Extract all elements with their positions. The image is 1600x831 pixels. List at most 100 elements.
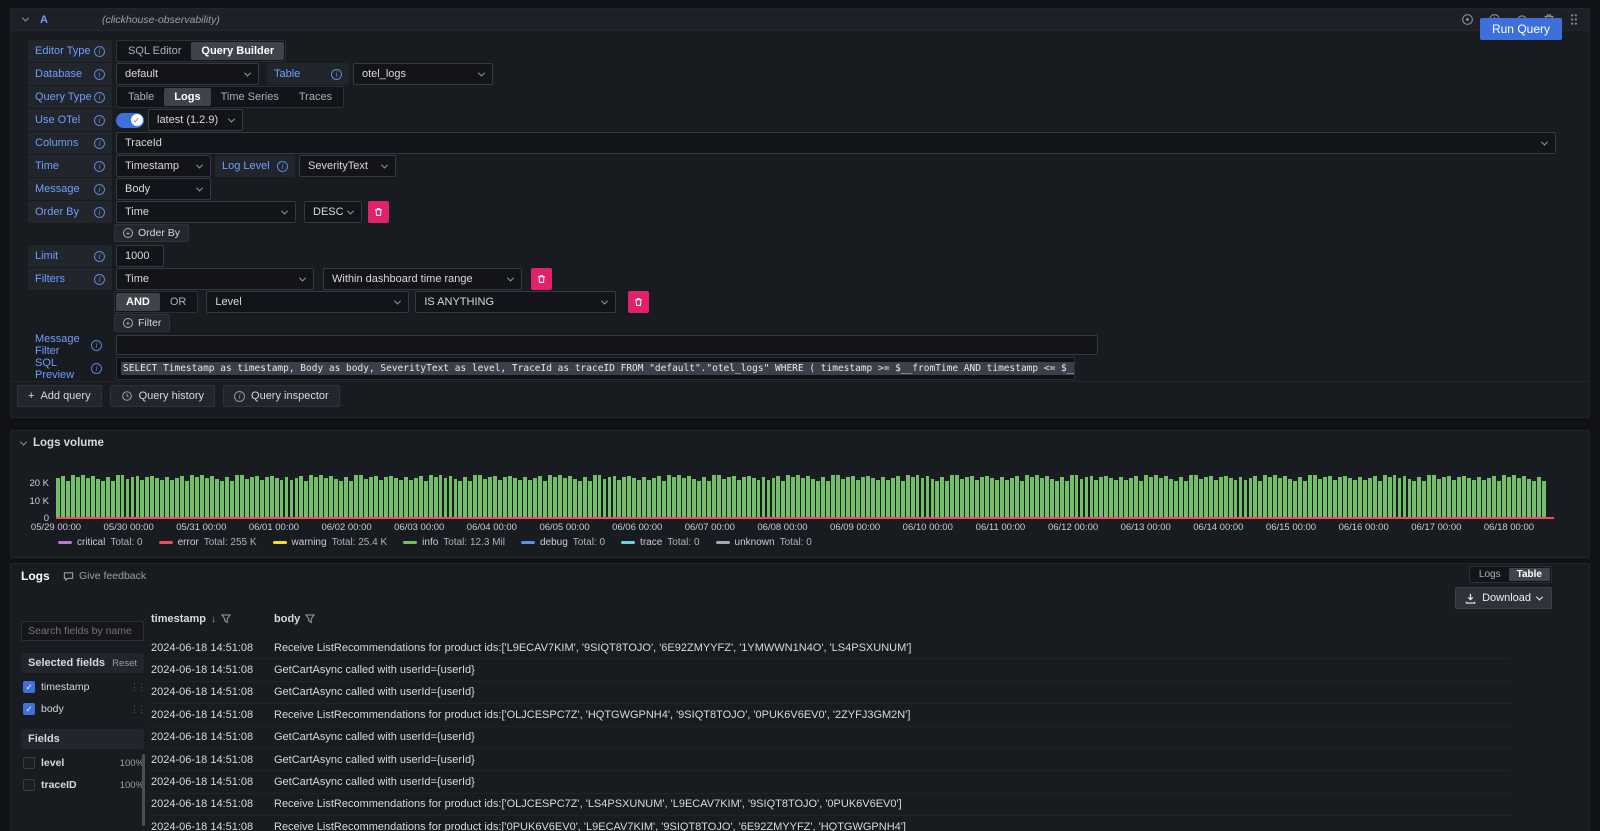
checkbox-checked[interactable]: ✓ [23,703,35,715]
tab-and[interactable]: AND [116,293,160,311]
info-icon[interactable] [277,161,288,172]
volume-bar [364,479,368,519]
legend-item-warning[interactable]: warningTotal: 25.4 K [273,537,388,548]
query-inspector-button[interactable]: Query inspector [223,385,340,407]
add-filter-button[interactable]: Filter [114,314,170,332]
legend-item-critical[interactable]: criticalTotal: 0 [58,537,143,548]
legend-item-trace[interactable]: traceTotal: 0 [621,537,699,548]
order-by-direction-select[interactable]: DESC [304,201,362,223]
info-icon[interactable] [94,207,105,218]
info-icon[interactable] [94,115,105,126]
tab-table[interactable]: Table [1509,568,1550,581]
tab-table[interactable]: Table [118,88,164,106]
timestamp-column-header[interactable]: timestamp [151,613,206,625]
legend-item-unknown[interactable]: unknownTotal: 0 [716,537,812,548]
log-row[interactable]: 2024-06-18 14:51:08GetCartAsync called w… [151,727,1511,749]
volume-bar [270,476,274,519]
add-query-button[interactable]: +Add query [17,385,102,407]
drag-handle-icon[interactable]: ⋮⋮ [130,682,144,693]
log-row[interactable]: 2024-06-18 14:51:08GetCartAsync called w… [151,682,1511,704]
sub-filter-field-select[interactable]: Level [206,291,409,313]
volume-bar [821,477,825,519]
time-column-select[interactable]: Timestamp [116,155,211,177]
message-column-select[interactable]: Body [116,178,211,200]
sub-filter-operator-select[interactable]: IS ANYTHING [415,291,616,313]
tab-logs[interactable]: Logs [164,88,210,106]
volume-bar [682,478,686,519]
log-row[interactable]: 2024-06-18 14:51:08Receive ListRecommend… [151,704,1511,726]
info-icon[interactable] [94,138,105,149]
remove-order-by-button[interactable] [368,201,389,223]
log-row[interactable]: 2024-06-18 14:51:08GetCartAsync called w… [151,749,1511,771]
fields-search-input[interactable] [21,621,144,641]
info-icon[interactable] [94,274,105,285]
log-row[interactable]: 2024-06-18 14:51:08Receive ListRecommend… [151,816,1511,831]
tab-logs[interactable]: Logs [1471,568,1509,581]
drag-handle-icon[interactable] [1569,13,1579,26]
remove-filter-button[interactable] [531,268,552,290]
log-row[interactable]: 2024-06-18 14:51:08Receive ListRecommend… [151,794,1511,816]
table-select[interactable]: otel_logs [353,63,493,85]
give-feedback-link[interactable]: Give feedback [63,570,146,582]
volume-bar [613,476,617,519]
sidebar-scrollbar[interactable] [142,754,145,826]
legend-item-info[interactable]: infoTotal: 12.3 Mil [403,537,505,548]
run-query-button[interactable]: Run Query [1480,18,1562,40]
body-column-header[interactable]: body [274,613,300,625]
info-icon[interactable] [331,69,342,80]
log-row[interactable]: 2024-06-18 14:51:08GetCartAsync called w… [151,659,1511,681]
order-by-field-select[interactable]: Time [116,201,296,223]
log-level-select[interactable]: SeverityText [299,155,396,177]
checkbox-unchecked[interactable] [23,757,35,769]
filter-field-select[interactable]: Time [116,268,314,290]
filter-funnel-icon[interactable] [305,614,315,624]
sort-desc-icon[interactable]: ↓ [211,614,216,625]
volume-bar [488,477,492,519]
volume-bar [1174,481,1178,519]
info-icon[interactable] [94,46,105,57]
logs-volume-header[interactable]: Logs volume [11,431,1589,449]
filter-condition-select[interactable]: Within dashboard time range [323,268,522,290]
query-history-button[interactable]: Query history [110,385,215,407]
legend-item-debug[interactable]: debugTotal: 0 [521,537,605,548]
volume-bar [1532,481,1536,519]
download-button[interactable]: Download [1455,587,1552,609]
info-icon[interactable] [94,69,105,80]
tab-sql-editor[interactable]: SQL Editor [118,42,191,60]
log-row[interactable]: 2024-06-18 14:51:08GetCartAsync called w… [151,771,1511,793]
info-icon[interactable] [91,363,102,374]
remove-sub-filter-button[interactable] [628,291,649,313]
drag-handle-icon[interactable]: ⋮⋮ [130,704,144,715]
copy-icon[interactable] [1461,13,1474,26]
reset-fields-button[interactable]: Reset [112,658,137,669]
use-otel-toggle[interactable]: ✓ [116,113,144,128]
collapse-chevron-icon[interactable] [22,15,29,22]
otel-version-select[interactable]: latest (1.2.9) [148,109,243,131]
volume-bar [71,475,75,519]
info-icon[interactable] [94,251,105,262]
info-icon[interactable] [94,161,105,172]
info-icon[interactable] [94,92,105,103]
add-order-by-button[interactable]: Order By [114,224,189,242]
divider [11,381,1589,382]
query-editor-panel: A (clickhouse-observability) Run Query E… [10,8,1590,418]
tab-query-builder[interactable]: Query Builder [191,42,284,60]
editor-type-label: Editor Type [28,40,112,62]
tab-or[interactable]: OR [160,293,197,311]
filter-funnel-icon[interactable] [221,614,231,624]
info-icon[interactable] [94,184,105,195]
log-row[interactable]: 2024-06-18 14:51:08Receive ListRecommend… [151,637,1511,659]
volume-bar [806,476,810,519]
message-filter-input[interactable] [116,335,1098,355]
columns-multiselect[interactable]: TraceId [116,132,1556,154]
database-select[interactable]: default [116,63,259,85]
volume-bar [950,475,954,519]
legend-item-error[interactable]: errorTotal: 255 K [159,537,257,548]
info-icon[interactable] [91,340,102,351]
tab-time-series[interactable]: Time Series [211,88,289,106]
tab-traces[interactable]: Traces [289,88,342,106]
checkbox-checked[interactable]: ✓ [23,681,35,693]
limit-input[interactable] [116,245,164,267]
volume-bar [1482,480,1486,519]
checkbox-unchecked[interactable] [23,779,35,791]
